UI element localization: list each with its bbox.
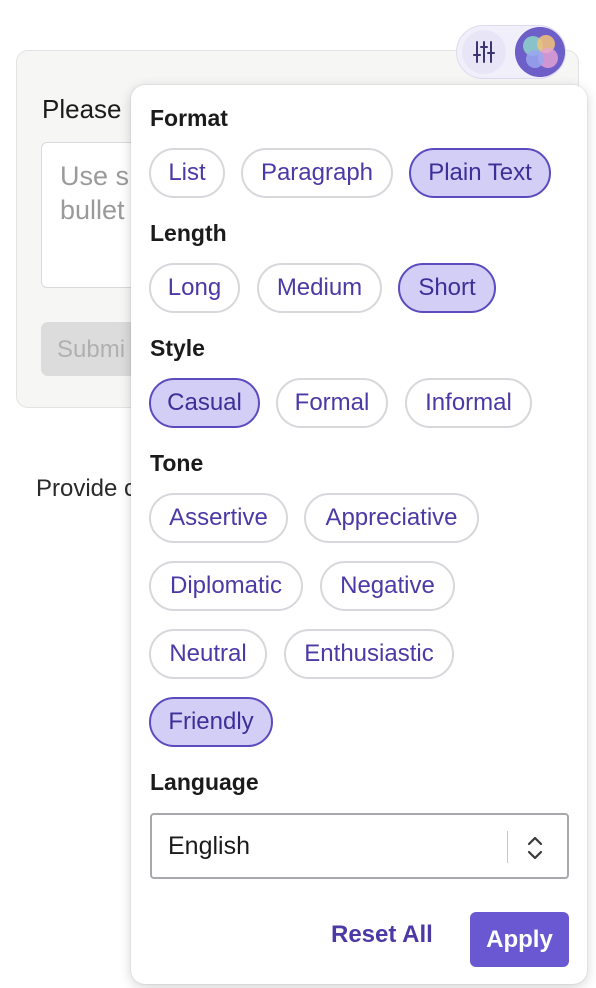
language-value: English [168,832,250,860]
chip-style-formal[interactable]: Formal [276,378,388,428]
chip-style-casual[interactable]: Casual [149,378,260,428]
chip-tone-enthusiastic[interactable]: Enthusiastic [284,629,454,679]
sliders-icon [473,41,495,63]
settings-popover: Format List Paragraph Plain Text Length … [131,85,587,984]
chip-length-long[interactable]: Long [149,263,240,313]
chip-tone-negative[interactable]: Negative [320,561,455,611]
chip-tone-appreciative[interactable]: Appreciative [304,493,479,543]
chip-tone-friendly[interactable]: Friendly [149,697,273,747]
submit-label: Submi [57,336,126,363]
chip-format-paragraph[interactable]: Paragraph [241,148,393,198]
chip-length-medium[interactable]: Medium [257,263,382,313]
tone-title: Tone [150,450,204,476]
language-select[interactable]: English [150,813,569,879]
provide-text: Provide c [36,475,137,502]
chevron-up-down-icon [527,836,543,860]
textarea-placeholder: Use s bullet [60,161,130,225]
assistant-avatar-icon[interactable] [515,27,565,77]
reset-all-button[interactable]: Reset All [331,921,433,949]
prompt-label: Please [42,94,122,124]
chip-format-list[interactable]: List [149,148,225,198]
chip-tone-diplomatic[interactable]: Diplomatic [149,561,303,611]
chip-style-informal[interactable]: Informal [405,378,532,428]
apply-button[interactable]: Apply [470,912,569,967]
chip-tone-neutral[interactable]: Neutral [149,629,267,679]
chip-length-short[interactable]: Short [398,263,496,313]
language-title: Language [150,769,259,795]
chip-tone-assertive[interactable]: Assertive [149,493,288,543]
select-divider [507,831,508,863]
style-title: Style [150,335,205,361]
chip-format-plain-text[interactable]: Plain Text [409,148,551,198]
settings-button[interactable] [462,30,506,74]
length-title: Length [150,220,227,246]
format-title: Format [150,105,228,131]
